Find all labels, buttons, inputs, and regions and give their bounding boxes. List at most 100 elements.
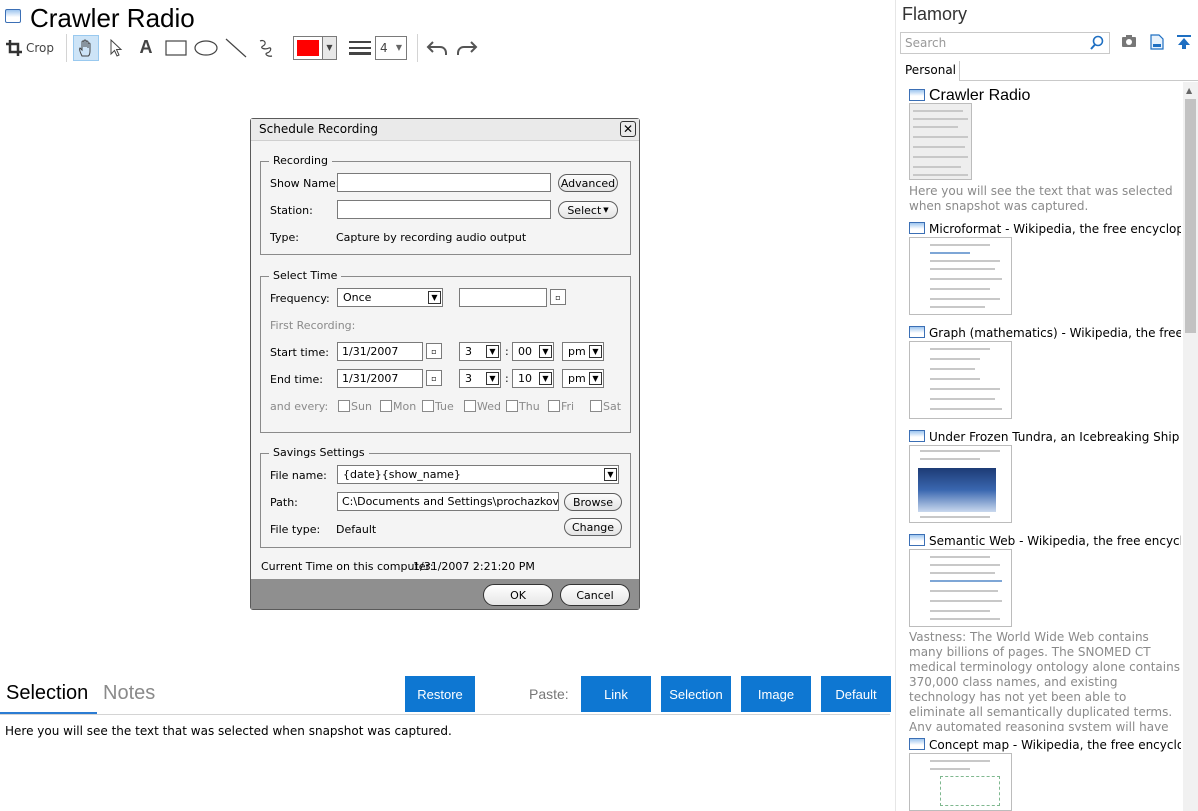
- calendar-icon[interactable]: ▫: [426, 343, 442, 359]
- and-every-label: and every:: [270, 400, 329, 413]
- paste-default-button[interactable]: Default: [821, 676, 891, 712]
- scrollbar-thumb[interactable]: [1185, 99, 1196, 333]
- station-input[interactable]: [337, 200, 551, 219]
- sidebar-scrollbar[interactable]: ▲: [1183, 82, 1198, 811]
- start-hour-select[interactable]: 3 ▼: [459, 342, 501, 361]
- recording-legend: Recording: [269, 154, 333, 167]
- fri-checkbox[interactable]: [548, 400, 560, 412]
- frequency-date-input[interactable]: [459, 288, 547, 307]
- color-picker[interactable]: ▼: [293, 35, 337, 61]
- browse-button[interactable]: Browse: [564, 493, 622, 511]
- crop-button[interactable]: Crop: [4, 35, 56, 61]
- snapshot-thumbnail[interactable]: [909, 237, 1012, 315]
- chevron-down-icon: ▼: [589, 345, 602, 358]
- paste-selection-button[interactable]: Selection: [661, 676, 731, 712]
- snapshot-thumbnail[interactable]: [909, 341, 1012, 419]
- page-icon: [909, 738, 925, 750]
- ellipse-icon: [194, 39, 218, 56]
- chevron-up-icon[interactable]: ▲: [1186, 86, 1192, 95]
- chevron-down-icon: ▼: [539, 372, 552, 385]
- calendar-icon[interactable]: ▫: [550, 289, 566, 305]
- end-minute-value: 10: [518, 372, 532, 385]
- chevron-down-icon: ▼: [322, 36, 336, 59]
- undo-icon: [426, 40, 447, 55]
- sun-checkbox[interactable]: [338, 400, 350, 412]
- type-label: Type:: [270, 231, 299, 244]
- restore-button[interactable]: Restore: [405, 676, 475, 712]
- page-icon: [909, 89, 925, 101]
- ok-button[interactable]: OK: [483, 584, 553, 606]
- redo-button[interactable]: [454, 35, 480, 61]
- chevron-down-icon: ▼: [395, 43, 402, 52]
- wed-checkbox[interactable]: [464, 400, 476, 412]
- snapshot-title[interactable]: Concept map - Wikipedia, the free encycl…: [909, 738, 1181, 752]
- line-tool-button[interactable]: [223, 35, 249, 61]
- text-tool-button[interactable]: A: [133, 35, 159, 61]
- paste-label: Paste:: [529, 686, 569, 702]
- advanced-button[interactable]: Advanced: [558, 174, 618, 192]
- document-icon[interactable]: [1150, 34, 1164, 50]
- thu-checkbox[interactable]: [506, 400, 518, 412]
- start-date-input[interactable]: 1/31/2007: [337, 342, 423, 361]
- snapshot-thumbnail[interactable]: [909, 549, 1012, 627]
- close-button[interactable]: ✕: [620, 121, 636, 137]
- redo-icon: [457, 40, 478, 55]
- snapshot-thumbnail[interactable]: [909, 445, 1012, 523]
- start-ampm-select[interactable]: pm ▼: [562, 342, 604, 361]
- sidebar-title: Flamory: [902, 4, 968, 24]
- end-ampm-select[interactable]: pm ▼: [562, 369, 604, 388]
- paste-image-button[interactable]: Image: [741, 676, 811, 712]
- snapshot-title[interactable]: Under Frozen Tundra, an Icebreaking Ship…: [909, 430, 1181, 444]
- calendar-icon[interactable]: ▫: [426, 370, 442, 386]
- color-swatch: [297, 39, 319, 56]
- stroke-width-picker[interactable]: 4 ▼: [349, 35, 407, 61]
- type-value: Capture by recording audio output: [336, 231, 527, 244]
- snapshot-title[interactable]: Graph (mathematics) - Wikipedia, the fre…: [909, 326, 1181, 340]
- tab-personal[interactable]: Personal: [900, 61, 960, 81]
- tab-selection[interactable]: Selection: [6, 682, 88, 705]
- snapshot-description: Here you will see the text that was sele…: [909, 184, 1173, 213]
- tue-checkbox[interactable]: [422, 400, 434, 412]
- snapshot-title[interactable]: Semantic Web - Wikipedia, the free encyc…: [909, 534, 1181, 548]
- sat-checkbox[interactable]: [590, 400, 602, 412]
- change-button[interactable]: Change: [564, 518, 622, 536]
- chevron-down-icon: ▼: [604, 468, 617, 481]
- ship-photo: [918, 468, 996, 512]
- ellipse-tool-button[interactable]: [193, 35, 219, 61]
- tab-notes[interactable]: Notes: [103, 682, 155, 705]
- crop-label: Crop: [25, 40, 54, 55]
- path-input[interactable]: C:\Documents and Settings\prochazkova\My: [337, 492, 559, 511]
- paste-link-button[interactable]: Link: [581, 676, 651, 712]
- freehand-icon: [259, 39, 273, 57]
- snapshot-thumbnail[interactable]: [909, 103, 972, 180]
- file-name-select[interactable]: {date}{show_name} ▼: [337, 465, 619, 484]
- chevron-down-icon: ▼: [486, 372, 499, 385]
- start-minute-select[interactable]: 00 ▼: [512, 342, 554, 361]
- freehand-tool-button[interactable]: [253, 35, 279, 61]
- end-date-input[interactable]: 1/31/2007: [337, 369, 423, 388]
- mon-checkbox[interactable]: [380, 400, 392, 412]
- snapshot-title[interactable]: Microformat - Wikipedia, the free encycl…: [909, 222, 1181, 236]
- select-station-button[interactable]: Select ▼: [558, 201, 618, 219]
- search-icon[interactable]: [1089, 35, 1105, 51]
- line-icon: [225, 38, 247, 57]
- upload-icon[interactable]: [1176, 34, 1192, 50]
- frequency-select[interactable]: Once ▼: [337, 288, 443, 307]
- pointer-tool-button[interactable]: [103, 35, 129, 61]
- dialog-footer: OK Cancel: [251, 579, 639, 609]
- end-hour-select[interactable]: 3 ▼: [459, 369, 501, 388]
- toolbar-separator: [66, 33, 67, 62]
- show-name-input[interactable]: [337, 173, 551, 192]
- crop-icon: [5, 39, 22, 56]
- dialog-title: Schedule Recording: [259, 122, 378, 136]
- rectangle-tool-button[interactable]: [163, 35, 189, 61]
- end-minute-select[interactable]: 10 ▼: [512, 369, 554, 388]
- start-ampm-value: pm: [568, 345, 586, 358]
- cancel-button[interactable]: Cancel: [560, 584, 630, 606]
- hand-tool-button[interactable]: [73, 34, 99, 61]
- camera-icon[interactable]: [1121, 34, 1137, 48]
- search-input[interactable]: Search: [900, 32, 1110, 54]
- undo-button[interactable]: [424, 35, 450, 61]
- snapshot-thumbnail[interactable]: [909, 753, 1012, 811]
- chevron-down-icon: ▼: [589, 372, 602, 385]
